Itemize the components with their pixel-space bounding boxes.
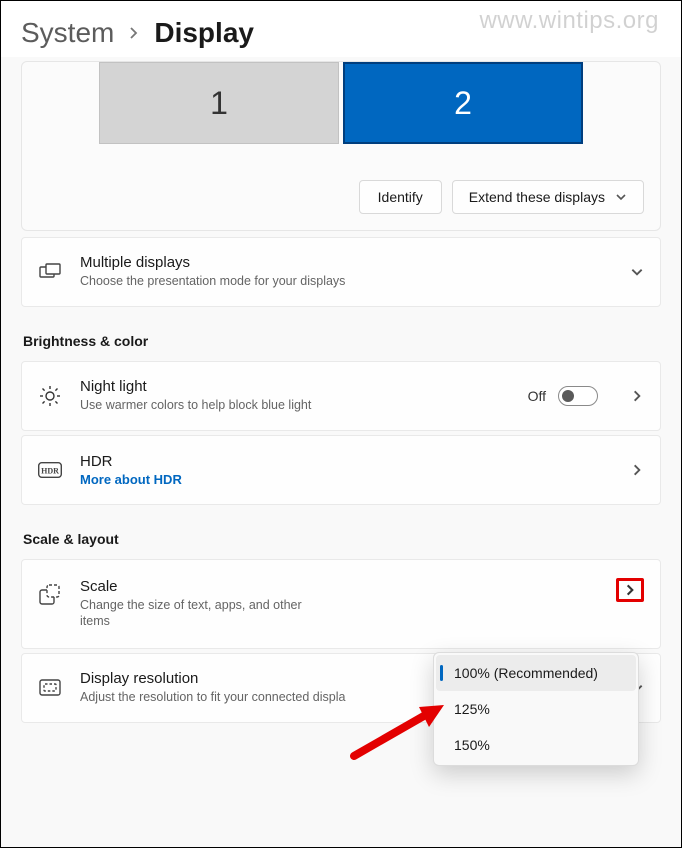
hdr-link[interactable]: More about HDR bbox=[80, 472, 598, 487]
night-light-toggle[interactable] bbox=[558, 386, 598, 406]
brightness-section-title: Brightness & color bbox=[23, 333, 661, 349]
night-light-row[interactable]: Night light Use warmer colors to help bl… bbox=[21, 361, 661, 431]
multiple-displays-row[interactable]: Multiple displays Choose the presentatio… bbox=[21, 237, 661, 307]
hdr-icon: HDR bbox=[38, 462, 62, 478]
svg-text:HDR: HDR bbox=[41, 467, 59, 476]
annotation-highlight bbox=[616, 578, 644, 602]
scale-icon bbox=[38, 584, 62, 606]
breadcrumb-parent[interactable]: System bbox=[21, 17, 114, 49]
chevron-right-icon bbox=[128, 27, 140, 39]
scale-option-150[interactable]: 150% bbox=[436, 727, 636, 763]
night-light-state: Off bbox=[528, 388, 546, 404]
scale-option-125[interactable]: 125% bbox=[436, 691, 636, 727]
night-light-sub: Use warmer colors to help block blue lig… bbox=[80, 397, 510, 413]
scale-section-title: Scale & layout bbox=[23, 531, 661, 547]
scale-sub: Change the size of text, apps, and other… bbox=[80, 597, 330, 630]
chevron-right-icon[interactable] bbox=[630, 463, 644, 477]
chevron-down-icon bbox=[630, 265, 644, 279]
night-light-title: Night light bbox=[80, 378, 510, 395]
scale-option-100[interactable]: 100% (Recommended) bbox=[436, 655, 636, 691]
multiple-displays-sub: Choose the presentation mode for your di… bbox=[80, 273, 598, 289]
multiple-displays-title: Multiple displays bbox=[80, 254, 598, 271]
scale-title: Scale bbox=[80, 578, 330, 595]
identify-button[interactable]: Identify bbox=[359, 180, 442, 214]
chevron-down-icon bbox=[615, 191, 627, 203]
scale-row[interactable]: Scale Change the size of text, apps, and… bbox=[21, 559, 661, 649]
chevron-right-icon[interactable] bbox=[630, 389, 644, 403]
monitor-2[interactable]: 2 bbox=[343, 62, 583, 144]
display-arrangement-card: 1 2 Identify Extend these displays bbox=[21, 61, 661, 231]
scale-dropdown-popup: 100% (Recommended) 125% 150% bbox=[433, 652, 639, 766]
breadcrumb-current: Display bbox=[154, 17, 254, 49]
breadcrumb: System Display bbox=[1, 1, 681, 57]
extend-displays-dropdown[interactable]: Extend these displays bbox=[452, 180, 644, 214]
monitor-1[interactable]: 1 bbox=[99, 62, 339, 144]
multiple-displays-icon bbox=[38, 263, 62, 281]
hdr-title: HDR bbox=[80, 453, 598, 470]
extend-label: Extend these displays bbox=[469, 189, 605, 205]
night-light-icon bbox=[38, 385, 62, 407]
resolution-icon bbox=[38, 677, 62, 699]
chevron-right-icon[interactable] bbox=[623, 583, 637, 597]
hdr-row[interactable]: HDR HDR More about HDR bbox=[21, 435, 661, 505]
